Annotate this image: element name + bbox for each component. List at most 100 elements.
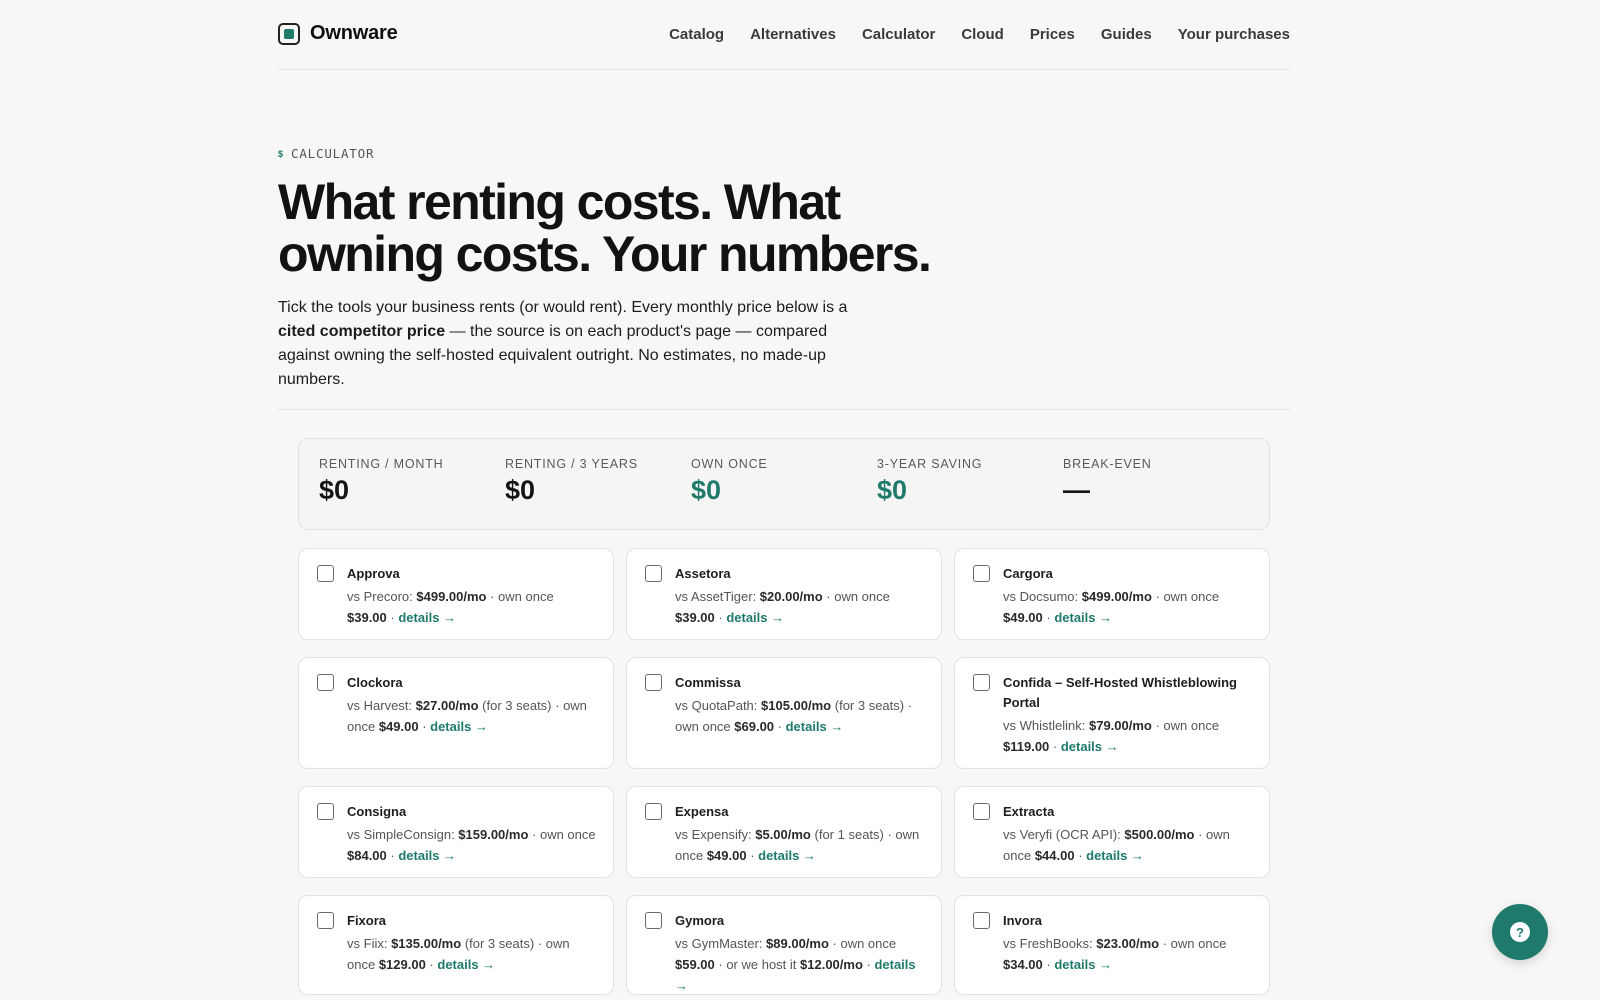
product-card: Approva vs Precoro: $499.00/mo · own once…: [298, 548, 614, 640]
rent-price: $105.00/mo: [761, 698, 832, 713]
competitor-name: QuotaPath: [691, 698, 754, 713]
competitor-name: Expensify: [691, 827, 748, 842]
product-pricing: vs Fiix: $135.00/mo (for 3 seats) · own …: [347, 936, 570, 972]
product-name: Fixora: [347, 913, 387, 928]
competitor-name: SimpleConsign: [363, 827, 452, 842]
details-link[interactable]: details →: [398, 848, 456, 863]
seat-count: (for 1 seats): [814, 827, 884, 842]
product-checkbox[interactable]: [317, 565, 334, 582]
competitor-name: Precoro: [363, 589, 410, 604]
details-link[interactable]: details →: [758, 848, 816, 863]
competitor-name: Whistlelink: [1019, 718, 1082, 733]
own-price: $39.00: [675, 610, 715, 625]
product-pricing: vs Expensify: $5.00/mo (for 1 seats) · o…: [675, 827, 920, 863]
competitor-name: GymMaster: [691, 936, 759, 951]
stat-value: —: [1063, 475, 1090, 505]
own-price: $119.00: [1003, 739, 1050, 754]
divider: [278, 409, 1290, 410]
product-checkbox[interactable]: [973, 912, 990, 929]
details-link[interactable]: details →: [1061, 739, 1119, 754]
rent-price: $159.00/mo: [458, 827, 529, 842]
competitor-name: Veryfi (OCR API): [1019, 827, 1118, 842]
stat-value: $0: [691, 475, 722, 505]
own-price: $129.00: [378, 957, 426, 972]
logo-icon: [278, 22, 300, 45]
product-name: Extracta: [1003, 804, 1055, 819]
nav-your-purchases[interactable]: Your purchases: [1178, 26, 1290, 43]
nav-alternatives[interactable]: Alternatives: [750, 26, 836, 43]
seat-count: (for 3 seats): [482, 698, 552, 713]
nav-cloud[interactable]: Cloud: [961, 26, 1004, 43]
product-pricing: vs Veryfi (OCR API): $500.00/mo · own on…: [1003, 827, 1230, 863]
own-price: $44.00: [1034, 848, 1075, 863]
summary-panel: RENTING / MONTH $0 RENTING / 3 YEARS $0 …: [298, 438, 1270, 530]
details-link[interactable]: details →: [1086, 848, 1144, 863]
seat-count: (for 3 seats): [834, 698, 905, 713]
product-checkbox[interactable]: [973, 565, 990, 582]
own-price: $49.00: [706, 848, 747, 863]
competitor-name: FreshBooks: [1019, 936, 1089, 951]
details-link[interactable]: details →: [398, 610, 456, 625]
rent-price: $79.00/mo: [1088, 718, 1152, 733]
rent-price: $499.00/mo: [416, 589, 487, 604]
product-checkbox[interactable]: [317, 674, 334, 691]
eyebrow-label: CALCULATOR: [291, 146, 375, 161]
rent-price: $23.00/mo: [1096, 936, 1160, 951]
competitor-name: Docsumo: [1019, 589, 1075, 604]
nav-prices[interactable]: Prices: [1030, 26, 1075, 43]
rent-price: $499.00/mo: [1081, 589, 1152, 604]
competitor-name: AssetTiger: [690, 589, 753, 604]
seat-count: (for 3 seats): [464, 936, 535, 951]
details-link[interactable]: details →: [726, 610, 784, 625]
stat-value: $0: [505, 475, 536, 505]
product-card: Commissa vs QuotaPath: $105.00/mo (for 3 …: [626, 657, 942, 769]
product-name: Clockora: [347, 675, 403, 690]
page-title: What renting costs. What owning costs. Y…: [278, 174, 932, 282]
details-link[interactable]: details →: [1054, 610, 1112, 625]
nav-calculator[interactable]: Calculator: [862, 26, 935, 43]
own-price: $49.00: [378, 719, 419, 734]
nav-guides[interactable]: Guides: [1101, 26, 1152, 43]
help-chat-button[interactable]: ?: [1492, 904, 1548, 960]
brand-logo[interactable]: Ownware: [278, 22, 398, 45]
stat-renting-month: RENTING / MONTH $0: [319, 439, 505, 529]
product-card: Cargora vs Docsumo: $499.00/mo · own once…: [954, 548, 1270, 640]
nav-catalog[interactable]: Catalog: [669, 26, 724, 43]
product-name: Expensa: [675, 804, 729, 819]
rent-price: $500.00/mo: [1124, 827, 1195, 842]
product-checkbox[interactable]: [317, 803, 334, 820]
own-price: $49.00: [1003, 610, 1043, 625]
product-checkbox[interactable]: [645, 565, 662, 582]
dollar-icon: $: [278, 148, 284, 159]
details-link[interactable]: details →: [786, 719, 844, 734]
competitor-name: Fiix: [363, 936, 384, 951]
product-pricing: vs Docsumo: $499.00/mo · own once $49.00…: [1003, 589, 1220, 625]
product-pricing: vs AssetTiger: $20.00/mo · own once $39.…: [675, 589, 890, 625]
product-checkbox[interactable]: [645, 674, 662, 691]
rent-price: $20.00/mo: [759, 589, 823, 604]
hosted-price: $12.00/mo: [800, 957, 863, 972]
stat-value: $0: [877, 475, 908, 505]
product-checkbox[interactable]: [645, 803, 662, 820]
details-link[interactable]: details →: [430, 719, 488, 734]
product-checkbox[interactable]: [973, 674, 990, 691]
product-checkbox[interactable]: [973, 803, 990, 820]
help-icon: ?: [1510, 922, 1530, 942]
product-checkbox[interactable]: [645, 912, 662, 929]
rent-price: $27.00/mo: [415, 698, 479, 713]
details-link[interactable]: details →: [437, 957, 495, 972]
own-price: $59.00: [675, 957, 715, 972]
product-card: Extracta vs Veryfi (OCR API): $500.00/mo …: [954, 786, 1270, 878]
details-link[interactable]: details →: [1054, 957, 1112, 972]
product-card: Confida – Self-Hosted Whistleblowing Por…: [954, 657, 1270, 769]
lead-emphasis: cited competitor price: [278, 323, 446, 340]
product-name: Assetora: [675, 566, 731, 581]
product-card: Clockora vs Harvest: $27.00/mo (for 3 sea…: [298, 657, 614, 769]
product-pricing: vs Whistlelink: $79.00/mo · own once $11…: [1003, 718, 1220, 754]
stat-own-once: OWN ONCE $0: [691, 439, 877, 529]
rent-price: $135.00/mo: [391, 936, 462, 951]
product-pricing: vs SimpleConsign: $159.00/mo · own once …: [347, 827, 596, 863]
product-pricing: vs Precoro: $499.00/mo · own once $39.00…: [347, 589, 554, 625]
product-pricing: vs GymMaster: $89.00/mo · own once $59.0…: [675, 936, 916, 993]
product-checkbox[interactable]: [317, 912, 334, 929]
